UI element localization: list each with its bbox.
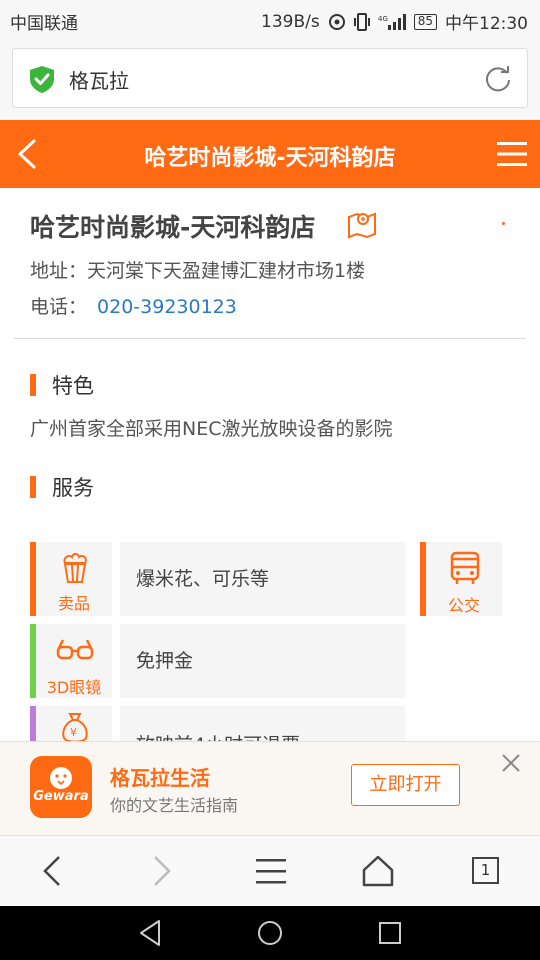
service-desc: 爆米花、可乐等	[120, 542, 405, 616]
nav-back-icon[interactable]	[137, 919, 163, 947]
shield-check-icon	[30, 66, 54, 93]
section-marker	[30, 476, 36, 498]
service-label: 3D眼镜	[46, 678, 102, 697]
phone-label: 电话：	[30, 296, 88, 318]
wifi-icon	[328, 13, 345, 30]
glasses-icon	[56, 639, 94, 660]
service-tile-3d-glasses[interactable]: 3D眼镜	[30, 624, 112, 698]
phone-link[interactable]: 020-39230123	[97, 296, 237, 318]
page-title: 哈艺时尚影城-天河科韵店	[144, 146, 396, 171]
section-marker	[30, 374, 36, 396]
money-bag-icon: ¥	[62, 713, 88, 742]
carrier-label: 中国联通	[10, 14, 78, 34]
open-app-button[interactable]: 立即打开	[351, 764, 460, 806]
tile-stripe	[30, 706, 36, 742]
reload-icon[interactable]	[483, 63, 513, 93]
battery-indicator: 85	[413, 13, 437, 30]
page-header: 哈艺时尚影城-天河科韵店	[0, 120, 540, 188]
service-tile-refund[interactable]: ¥	[30, 706, 112, 742]
browser-toolbar: 1	[0, 835, 540, 906]
cinema-phone-line: 电话： 020-39230123	[30, 292, 237, 319]
status-bar: 中国联通 139B/s 4G 85 中午12:30	[0, 0, 540, 38]
forward-icon[interactable]	[148, 854, 174, 888]
divider	[14, 338, 526, 339]
gewara-logo-icon: Gewara	[33, 767, 89, 804]
address-bar[interactable]: 格瓦拉	[12, 48, 528, 108]
tab-count-button[interactable]: 1	[472, 857, 499, 884]
service-desc: 免押金	[120, 624, 405, 698]
app-tagline: 你的文艺生活指南	[110, 796, 239, 815]
app-logo: Gewara	[30, 756, 92, 818]
address-title: 格瓦拉	[69, 69, 129, 93]
cinema-name: 哈艺时尚影城-天河科韵店	[30, 213, 316, 242]
network-speed: 139B/s	[261, 11, 320, 32]
service-label: 公交	[447, 596, 480, 615]
service-desc: 放映前4小时可退票	[120, 706, 405, 742]
system-nav-bar	[0, 906, 540, 960]
close-icon[interactable]	[500, 752, 522, 774]
service-tile-bus[interactable]: 公交	[420, 542, 502, 616]
vibrate-icon	[353, 12, 370, 31]
popcorn-icon	[63, 553, 87, 583]
app-download-banner: Gewara 格瓦拉生活 你的文艺生活指南 立即打开	[0, 741, 540, 835]
home-icon[interactable]	[362, 854, 394, 888]
nav-home-icon[interactable]	[256, 919, 284, 947]
features-title: 特色	[52, 374, 94, 398]
signal-icon: 4G	[378, 13, 406, 30]
indicator-dot	[502, 222, 505, 225]
svg-text:¥: ¥	[70, 726, 77, 739]
menu-icon[interactable]	[255, 854, 287, 888]
cinema-address: 地址：天河棠下天盈建博汇建材市场1楼	[30, 260, 366, 282]
clock: 中午12:30	[445, 14, 528, 34]
service-label: 卖品	[57, 594, 90, 613]
map-location-icon[interactable]	[346, 207, 378, 239]
hamburger-menu-icon[interactable]	[496, 138, 528, 170]
features-text: 广州首家全部采用NEC激光放映设备的影院	[30, 418, 393, 440]
nav-recents-icon[interactable]	[377, 919, 403, 947]
app-name: 格瓦拉生活	[110, 766, 210, 790]
bus-icon	[450, 551, 480, 584]
services-title: 服务	[52, 476, 94, 500]
logo-text: Gewara	[33, 789, 88, 804]
service-tile-snacks[interactable]: 卖品	[30, 542, 112, 616]
browser-address-area: 格瓦拉	[0, 38, 540, 120]
back-icon[interactable]	[40, 854, 66, 888]
svg-text:4G: 4G	[378, 15, 388, 23]
